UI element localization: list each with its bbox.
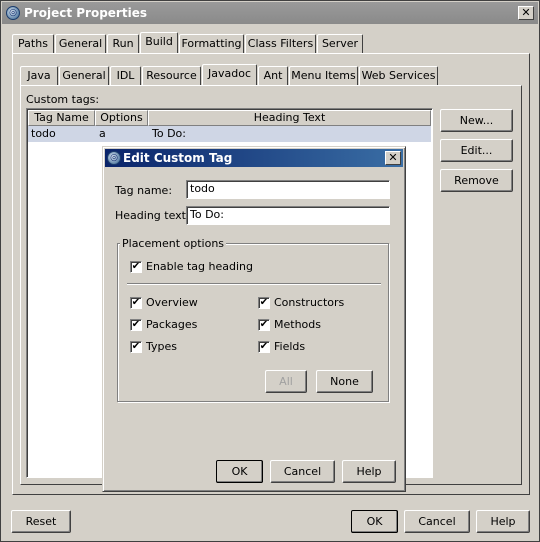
new-button[interactable]: New... [440,109,513,132]
column-header-options[interactable]: Options [95,110,148,126]
tab-build[interactable]: Build [140,32,178,53]
tag-name-field[interactable]: todo [186,180,390,199]
none-button[interactable]: None [316,370,373,393]
methods-checkbox[interactable]: ✔ [258,319,270,331]
dialog-cancel-label: Cancel [283,465,322,478]
window-close-icon[interactable]: ✕ [518,6,534,20]
constructors-checkbox[interactable]: ✔ [258,297,270,309]
tab-paths[interactable]: Paths [12,34,54,53]
column-header-tag-name[interactable]: Tag Name [28,110,95,126]
fields-label: Fields [274,340,306,353]
dialog-help-button[interactable]: Help [342,460,396,483]
cell-tag-name: todo [31,127,56,140]
dialog-close-icon[interactable]: ✕ [385,151,401,165]
placement-options-label: Placement options [120,237,227,250]
dialog-cancel-button[interactable]: Cancel [270,460,335,483]
subtab-general[interactable]: General [59,66,109,85]
dialog-ok-button[interactable]: OK [216,460,263,483]
subtab-idl[interactable]: IDL [110,66,141,85]
overview-checkbox[interactable]: ✔ [130,297,142,309]
overview-label: Overview [146,296,198,309]
heading-text-label: Heading text: [115,209,190,222]
dialog-title: Edit Custom Tag [123,151,233,165]
tab-run[interactable]: Run [107,34,139,53]
dialog-app-icon: ◎ [107,151,121,165]
cancel-button-label: Cancel [418,515,456,528]
subtab-web-services[interactable]: Web Services [359,66,438,85]
cell-heading-text: To Do: [152,127,186,140]
enable-tag-heading-label: Enable tag heading [146,260,253,273]
types-label: Types [146,340,177,353]
column-header-heading-text[interactable]: Heading Text [148,110,431,126]
subtab-ant[interactable]: Ant [258,66,288,85]
tag-name-label: Tag name: [115,184,173,197]
types-checkbox[interactable]: ✔ [130,341,142,353]
edit-button[interactable]: Edit... [440,139,513,162]
constructors-label: Constructors [274,296,345,309]
new-button-label: New... [459,114,494,127]
dialog-ok-label: OK [231,465,248,478]
all-button-label: All [279,375,293,388]
enable-tag-heading-checkbox[interactable]: ✔ [130,261,142,273]
placement-separator [127,283,381,285]
help-button-label: Help [490,515,516,528]
tab-formatting[interactable]: Formatting [179,34,244,53]
packages-label: Packages [146,318,198,331]
subtab-resource[interactable]: Resource [142,66,201,85]
edit-button-label: Edit... [460,144,493,157]
cancel-button[interactable]: Cancel [404,510,470,533]
heading-text-field[interactable]: To Do: [186,206,390,225]
subtab-menu-items[interactable]: Menu Items [289,66,358,85]
reset-button[interactable]: Reset [11,510,71,533]
dialog-help-label: Help [356,465,382,478]
custom-tags-label: Custom tags: [26,93,100,106]
tab-class-filters[interactable]: Class Filters [245,34,316,53]
reset-button-label: Reset [25,515,57,528]
none-button-label: None [330,375,359,388]
ok-button-label: OK [366,515,383,528]
tab-server[interactable]: Server [317,34,363,53]
packages-checkbox[interactable]: ✔ [130,319,142,331]
window-title: Project Properties [24,6,147,20]
fields-checkbox[interactable]: ✔ [258,341,270,353]
methods-label: Methods [274,318,321,331]
help-button[interactable]: Help [476,510,530,533]
subtab-javadoc[interactable]: Javadoc [202,64,257,85]
all-button[interactable]: All [265,370,307,393]
cell-options: a [99,127,106,140]
app-icon: ◎ [6,6,20,20]
remove-button[interactable]: Remove [440,169,513,192]
ok-button[interactable]: OK [351,510,398,533]
subtab-java[interactable]: Java [20,66,58,85]
tab-general[interactable]: General [55,34,106,53]
remove-button-label: Remove [454,174,499,187]
